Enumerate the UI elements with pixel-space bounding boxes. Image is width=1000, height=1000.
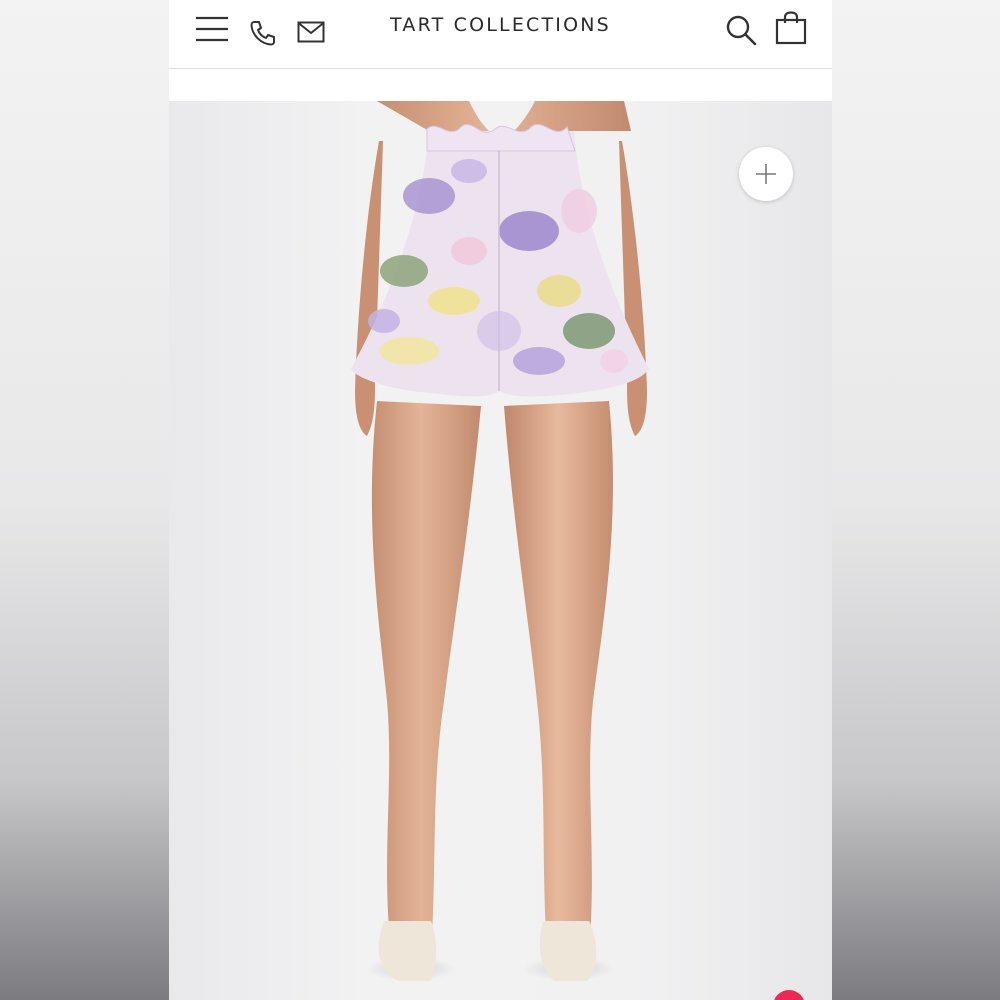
brand-title[interactable]: TART COLLECTIONS xyxy=(349,14,652,36)
shopping-bag-icon[interactable] xyxy=(775,11,807,45)
product-photo-illustration xyxy=(351,101,649,981)
search-icon[interactable] xyxy=(725,14,757,46)
plus-icon xyxy=(756,164,776,184)
background-left xyxy=(0,0,169,1000)
mobile-page: TART COLLECTIONS xyxy=(169,0,832,1000)
hamburger-menu-icon[interactable] xyxy=(195,16,229,42)
background-right xyxy=(832,0,1000,1000)
header-spacer xyxy=(169,69,832,101)
mail-icon[interactable] xyxy=(297,21,325,43)
site-header: TART COLLECTIONS xyxy=(169,0,832,69)
zoom-button[interactable] xyxy=(739,147,793,201)
product-image[interactable] xyxy=(169,101,832,1000)
phone-icon[interactable] xyxy=(249,19,277,47)
